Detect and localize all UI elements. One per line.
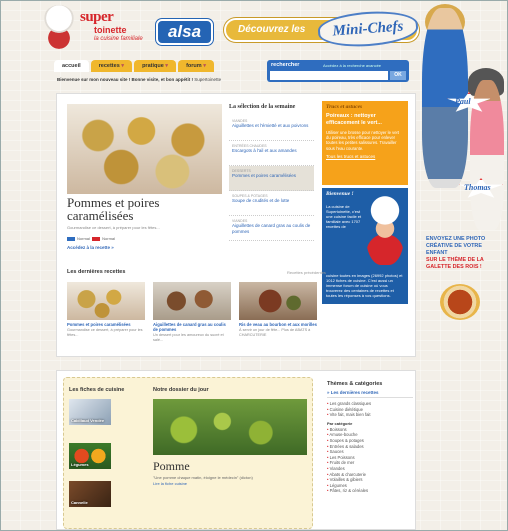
welcome-box-desc1: La cuisine de Supertoinette, c'est une c… [326,204,362,229]
recipe-card-image[interactable] [67,282,145,320]
main-panel: Pommes et poires caramélisées Gourmandis… [56,93,416,357]
themes-last-recipes-link[interactable]: » Les dernières recettes [327,390,413,398]
tricks-link[interactable]: Tous les trucs et astuces [326,154,404,159]
themes-heading: Thèmes & catégories [327,381,383,387]
search-label: rechercher [271,62,300,68]
mini-chefs-logo: Mini-Chefs [316,8,420,50]
category-link[interactable]: Pâtes, riz & céréales [327,488,413,494]
recipe-card-image[interactable] [239,282,317,320]
tab-accueil[interactable]: accueil [54,60,89,72]
selection-item[interactable]: Viandes Aiguillettes de canard gras au co… [229,216,314,241]
site-logo[interactable]: super toinette la cuisine familiale [40,5,150,51]
tricks-desc: Utiliser une brosse pour nettoyer le ver… [326,130,400,151]
dossier-heading: Notre dossier du jour [153,387,209,393]
dossier-link[interactable]: Lire la fiche cuisine [153,481,187,486]
paul-label: Paul [455,97,471,106]
chef-mascot-icon [366,195,404,265]
welcome-text: Bienvenue sur mon nouveau site ! Bonne v… [57,77,194,82]
chevron-down-icon: ▾ [165,63,169,69]
category-group-heading: Par catégorie [327,420,353,426]
dossier-title[interactable]: Pomme [153,459,190,474]
fiches-heading: Les fiches de cuisine [69,387,125,393]
selection-item[interactable]: Viandes Aiguillettes et l'émietté et aux … [229,116,314,141]
welcome-box-desc2: cuisine toutes en images (26992 photos) … [326,273,403,298]
theme-link[interactable]: Vite fait, mais bien fait [327,412,413,418]
chevron-down-icon: ▾ [203,63,206,69]
selection-item[interactable]: Entrées chaudes Escargots à l'ail et aux … [229,141,314,166]
mini-chefs-banner[interactable]: Découvrez les Mini-Chefs [224,8,420,50]
previous-recipes-link[interactable]: Recettes précédentes [287,270,326,275]
tricks-title[interactable]: Poireaux : nettoyer efficacement le vert… [326,113,404,126]
fiche-thumb[interactable]: Cabillaud Vendée [69,399,111,425]
advanced-search-link[interactable]: Accédez à la recherche avancée [323,63,381,68]
selection-heading: La sélection de la semaine [229,104,296,110]
selection-item[interactable]: Desserts Pommes et poires caramélisées [229,166,314,191]
recipe-card-image[interactable] [153,282,231,320]
cost-icon [92,236,101,241]
feature-link[interactable]: Accédez à la recette » [67,245,114,250]
feature-meta: Normal Normal [67,236,115,241]
recipe-card[interactable]: Aiguillettes de canard gras au coulis de… [153,282,231,342]
recipe-cards: Pommes et poires caramélisées Gourmandis… [67,282,317,342]
recipe-card[interactable]: Ris de veau au bourbon et aux morilles À… [239,282,317,342]
tricks-box: Trucs et astuces Poireaux : nettoyer eff… [322,101,408,185]
photo-promo[interactable]: ENVOYEZ UNE PHOTO CRÉATIVE DE VOTRE ENFA… [426,236,500,271]
last-recipes-heading: Les dernières recettes [67,269,126,275]
promo-line2: SUR LE THÈME DE LA GALETTE DES ROIS ! [426,257,484,270]
dossier-quote: "Une pomme chaque matin, éloigne le méde… [153,475,253,480]
search-input[interactable] [270,71,388,80]
search-ok-button[interactable]: OK [390,71,406,80]
themes-sidebar: Thèmes & catégories » Les dernières rece… [327,381,413,494]
alsa-logo[interactable]: alsa [156,19,213,45]
chevron-down-icon: ▾ [121,63,125,69]
main-nav: accueil recettes ▾ pratique ▾ forum ▾ [54,60,214,72]
lower-panel: Les fiches de cuisine Cabillaud Vendée L… [56,370,416,530]
welcome-line: Bienvenue sur mon nouveau site ! Bonne v… [57,77,221,82]
banner-text: Découvrez les [238,24,306,35]
tab-recettes[interactable]: recettes ▾ [90,60,133,72]
feature-desc: Gourmandise ce dessert, à préparer pour … [67,225,160,230]
logo-text-super: super [80,9,114,25]
fiche-thumb[interactable]: Légumes [69,443,111,469]
tab-forum[interactable]: forum ▾ [178,60,214,72]
recipe-card[interactable]: Pommes et poires caramélisées Gourmandis… [67,282,145,342]
thomas-label: Thomas [464,183,491,192]
tricks-heading: Trucs et astuces [326,104,363,110]
category-list: Boissons Amuse-bouche Soupes & potages E… [327,427,413,494]
selection-item[interactable]: Soupes & potages Soupe de crudités et de … [229,191,314,216]
welcome-sign: Supertoinette [194,77,222,82]
logo-text-toinette: toinette [94,25,127,35]
feature-title[interactable]: Pommes et poires caramélisées [67,196,227,222]
promo-line1: ENVOYEZ UNE PHOTO CRÉATIVE DE VOTRE ENFA… [426,236,486,256]
search-box: rechercher Accédez à la recherche avancé… [267,60,409,82]
feature-recipe-image[interactable] [67,104,222,194]
logo-tagline: la cuisine familiale [94,36,143,42]
dossier-image[interactable] [153,399,307,455]
chef-mascot-icon [40,5,78,49]
difficulty-icon [67,236,75,241]
galette-image [440,284,480,320]
tab-pratique[interactable]: pratique ▾ [134,60,177,72]
selection-list: Viandes Aiguillettes et l'émietté et aux … [229,116,314,241]
welcome-box: Bienvenue ! La cuisine de Supertoinette,… [322,188,408,304]
fiche-thumb[interactable]: Cannelle [69,481,111,507]
themes-list: Les grands classiques Cuisine diététique… [327,401,413,418]
